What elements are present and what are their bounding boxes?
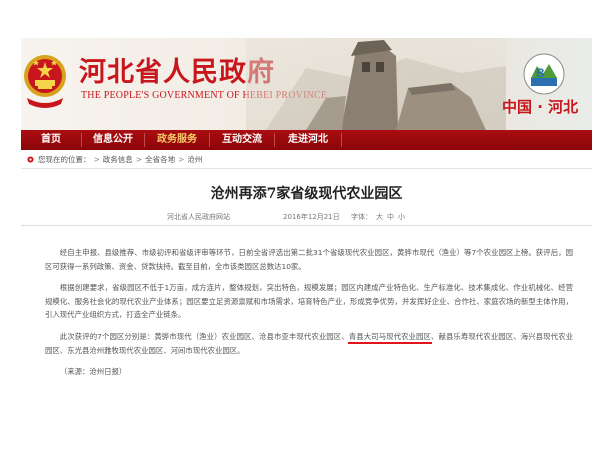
site-header: 河北省人民政府 THE PEOPLE'S GOVERNMENT OF HEBEI…	[21, 38, 592, 130]
page: 河北省人民政府 THE PEOPLE'S GOVERNMENT OF HEBEI…	[21, 0, 592, 450]
font-size-medium[interactable]: 中	[387, 213, 394, 221]
article-title: 沧州再添7家省级现代农业园区	[210, 186, 403, 202]
article-source: 河北省人民政府网站	[167, 213, 230, 221]
svg-text:B: B	[536, 66, 545, 80]
nav-item-interact[interactable]: 互动交流	[210, 130, 274, 150]
font-size-large[interactable]: 大	[376, 213, 383, 221]
article-meta: 河北省人民政府网站 2016年12月21日 字体： 大中小	[21, 211, 592, 226]
font-size-label: 字体：	[351, 213, 372, 221]
breadcrumb: 您现在的位置： > 政务信息 > 全省各地 > 沧州	[21, 151, 592, 169]
great-wall-banner	[246, 38, 506, 130]
paragraph-1: 经自主申报、县级推荐、市级初评和省级评审等环节，日前全省评选出第二批31个省级现…	[45, 248, 573, 271]
location-icon	[27, 156, 34, 163]
article-body: 经自主申报、县级推荐、市级初评和省级评审等环节，日前全省评选出第二批31个省级现…	[45, 246, 573, 387]
region-label: 中国 · 河北	[502, 98, 579, 116]
nav-item-service[interactable]: 政务服务	[145, 130, 209, 150]
nav-item-info[interactable]: 信息公开	[82, 130, 144, 150]
breadcrumb-item[interactable]: 沧州	[187, 155, 202, 164]
article-date: 2016年12月21日	[283, 213, 340, 221]
paragraph-3: 此次获评的7个园区分别是：黄骅市现代（渔业）农业园区、沧县市亚丰现代农业园区、青…	[45, 331, 573, 355]
nav-item-hebei[interactable]: 走进河北	[275, 130, 341, 150]
highlighted-park: 青县大司马现代农业园区	[348, 331, 431, 341]
breadcrumb-item[interactable]: 全省各地	[145, 155, 175, 164]
national-emblem-icon[interactable]	[21, 46, 69, 112]
paragraph-2: 根据创建要求，省级园区不低于1万亩，成方连片，整体规划，突出特色，规模发展；园区…	[45, 283, 573, 320]
font-size-controls: 字体： 大中小	[351, 211, 409, 223]
nav-item-home[interactable]: 首页	[21, 130, 81, 150]
font-size-small[interactable]: 小	[398, 213, 405, 221]
hebei-logo-icon[interactable]: B	[521, 52, 567, 96]
breadcrumb-prefix: 您现在的位置：	[38, 155, 91, 164]
breadcrumb-item[interactable]: 政务信息	[103, 155, 133, 164]
main-nav: 首页 信息公开 政务服务 互动交流 走进河北	[21, 130, 592, 150]
article-source-note: （来源：沧州日报）	[59, 367, 127, 377]
